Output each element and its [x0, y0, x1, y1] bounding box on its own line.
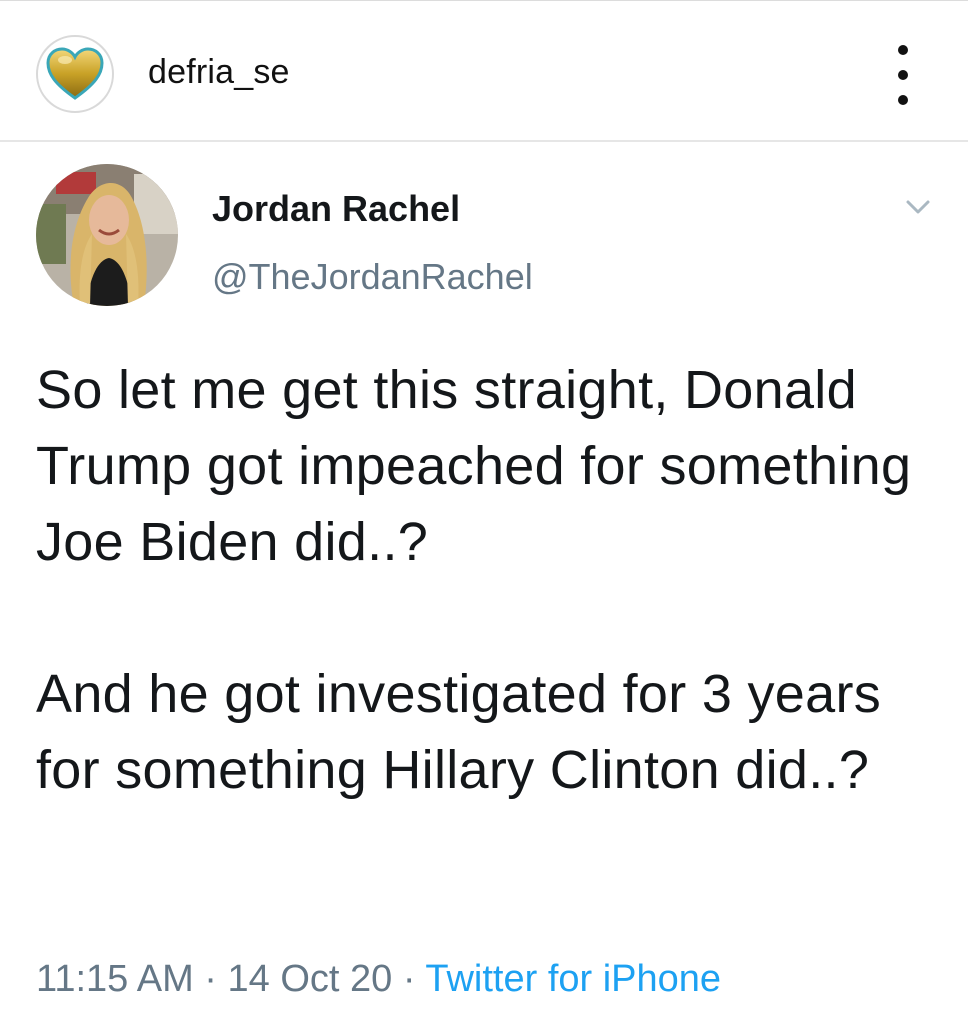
tweet-author-handle[interactable]: @TheJordanRachel: [212, 256, 533, 298]
page: defria_se Jordan Rachel @TheJordanRachel…: [0, 0, 968, 1024]
tweet-card: Jordan Rachel @TheJordanRachel So let me…: [0, 142, 968, 1024]
profile-avatar[interactable]: [36, 35, 114, 113]
tweet-author-avatar[interactable]: [36, 164, 178, 306]
tweet-date[interactable]: 14 Oct 20: [228, 958, 393, 1000]
tweet-author-name[interactable]: Jordan Rachel: [212, 188, 460, 230]
instagram-username[interactable]: defria_se: [148, 53, 290, 92]
meta-separator: ·: [204, 958, 217, 1000]
ellipsis-dot: [898, 45, 908, 55]
author-photo: [36, 164, 178, 306]
meta-separator: ·: [402, 958, 416, 1000]
tweet-body: So let me get this straight, Donald Trum…: [36, 352, 936, 808]
instagram-post-header: defria_se: [0, 0, 968, 142]
tweet-metadata: 11:15 AM · 14 Oct 20 · Twitter for iPhon…: [36, 958, 721, 1001]
tweet-time[interactable]: 11:15 AM: [36, 958, 194, 1000]
chevron-down-icon[interactable]: [900, 192, 936, 222]
vertical-ellipsis-icon[interactable]: [888, 45, 918, 105]
ellipsis-dot: [898, 95, 908, 105]
tweet-source-link[interactable]: Twitter for iPhone: [425, 958, 721, 1000]
tweet-paragraph: And he got investigated for 3 years for …: [36, 664, 882, 800]
ellipsis-dot: [898, 70, 908, 80]
gold-heart-icon: [46, 47, 104, 100]
tweet-paragraph: So let me get this straight, Donald Trum…: [36, 360, 912, 572]
